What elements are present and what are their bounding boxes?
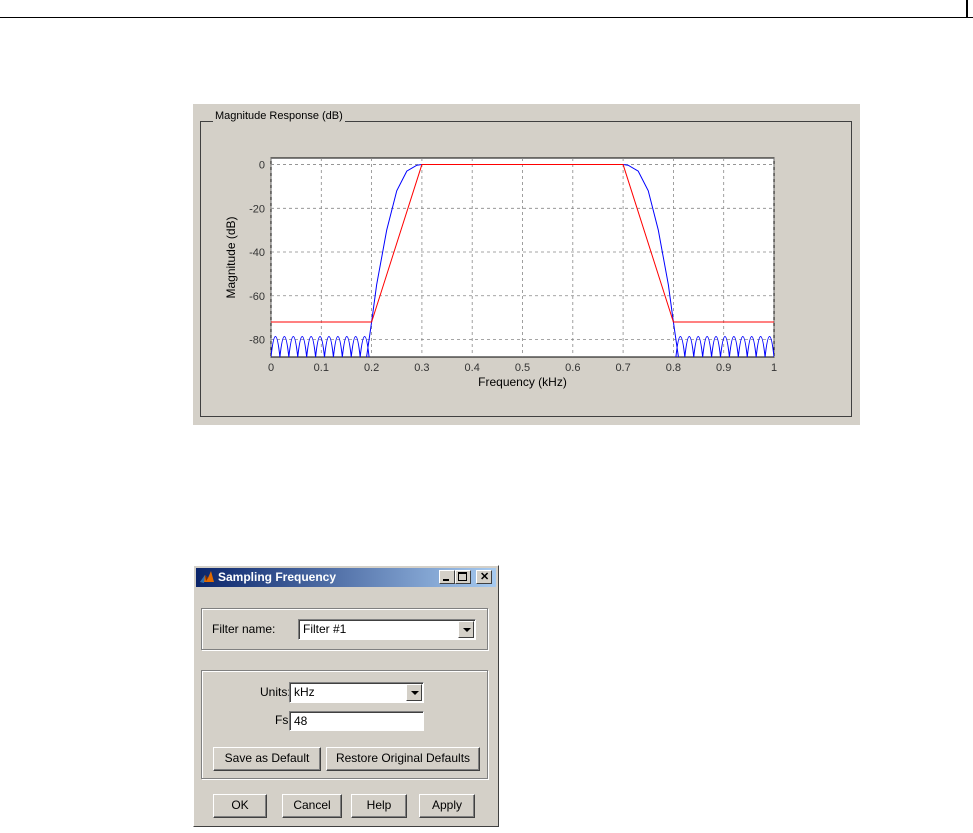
units-dropdown-button[interactable] — [406, 684, 422, 701]
x-tick-label: 0.5 — [515, 362, 530, 374]
maximize-button[interactable] — [455, 570, 471, 584]
y-axis-label: Magnitude (dB) — [224, 216, 238, 298]
units-label: Units: — [260, 685, 291, 699]
filter-name-dropdown-button[interactable] — [458, 621, 474, 638]
help-button[interactable]: Help — [351, 794, 407, 818]
x-tick-label: 0.6 — [565, 362, 580, 374]
save-as-default-button[interactable]: Save as Default — [213, 747, 321, 771]
y-tick-label: -40 — [249, 247, 265, 259]
fs-value: 48 — [294, 714, 308, 728]
chevron-down-icon — [411, 691, 419, 695]
y-tick-label: -80 — [249, 335, 265, 347]
filter-name-group: Filter name: Filter #1 — [201, 608, 488, 650]
x-tick-label: 0.8 — [666, 362, 681, 374]
close-button[interactable]: ✕ — [476, 570, 492, 584]
ok-button[interactable]: OK — [213, 794, 267, 818]
filter-name-dropdown[interactable]: Filter #1 — [298, 619, 476, 640]
x-tick-label: 0.3 — [414, 362, 429, 374]
x-tick-label: 0.2 — [364, 362, 379, 374]
fs-input[interactable]: 48 — [289, 711, 424, 731]
cancel-button[interactable]: Cancel — [282, 794, 342, 818]
units-value: kHz — [294, 685, 315, 699]
apply-button[interactable]: Apply — [419, 794, 475, 818]
dialog-title: Sampling Frequency — [218, 570, 337, 584]
x-tick-label: 0.9 — [716, 362, 731, 374]
y-tick-label: -60 — [249, 291, 265, 303]
page-edge-marker — [966, 0, 968, 18]
minimize-icon — [443, 579, 449, 581]
x-tick-label: 0.4 — [465, 362, 480, 374]
restore-original-defaults-button[interactable]: Restore Original Defaults — [326, 747, 480, 771]
magnitude-response-chart: 0 0.1 0.2 0.3 0.4 0.5 0.6 0.7 0.8 0.9 1 0 -20 -40 -60 -… — [224, 157, 777, 389]
sampling-frequency-dialog: Sampling Frequency ✕ Filter name: Filter… — [193, 565, 499, 827]
y-tick-label: 0 — [259, 160, 265, 172]
sampling-settings-group: Units: kHz Fs: 48 Save as Default Restor… — [201, 670, 488, 779]
chevron-down-icon — [463, 628, 471, 632]
close-icon: ✕ — [480, 571, 490, 583]
matlab-logo-icon — [200, 571, 214, 583]
filter-name-value: Filter #1 — [303, 622, 347, 636]
x-tick-label: 0.1 — [314, 362, 329, 374]
x-tick-label: 0 — [268, 362, 274, 374]
filter-name-label: Filter name: — [212, 622, 276, 636]
dialog-titlebar[interactable]: Sampling Frequency ✕ — [196, 568, 496, 587]
x-tick-label: 1 — [771, 362, 777, 374]
y-tick-label: -20 — [249, 203, 265, 215]
maximize-icon — [458, 572, 467, 581]
minimize-button[interactable] — [439, 570, 455, 584]
magnitude-response-panel: Magnitude Response (dB) 0 0.1 0.2 0.3 0.4 0.5… — [193, 104, 860, 425]
units-dropdown[interactable]: kHz — [289, 682, 424, 703]
x-tick-label: 0.7 — [615, 362, 630, 374]
x-axis-label: Frequency (kHz) — [478, 375, 567, 389]
page-header-rule — [0, 17, 973, 18]
